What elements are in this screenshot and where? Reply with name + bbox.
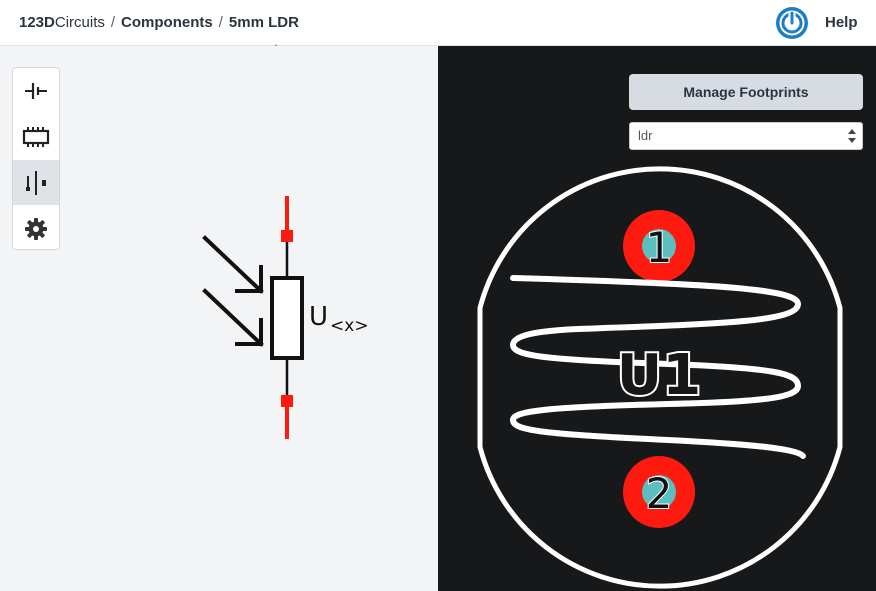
resistor-body bbox=[270, 276, 304, 360]
footprint-panel[interactable]: Manage Footprints ldr U1 1 2 bbox=[438, 46, 876, 591]
breadcrumb-separator: / bbox=[218, 14, 223, 31]
schematic-panel[interactable]: U <x> bbox=[0, 46, 438, 591]
footprint-select-value: ldr bbox=[638, 128, 653, 143]
pin-icon bbox=[26, 170, 46, 195]
chip-footprint-tool-button[interactable] bbox=[13, 114, 59, 159]
pad-2-number: 2 bbox=[646, 469, 673, 518]
breadcrumb-components[interactable]: Components bbox=[121, 14, 213, 31]
power-icon[interactable] bbox=[774, 5, 810, 41]
top-pin-marker bbox=[281, 230, 293, 242]
pad-1-number: 1 bbox=[646, 223, 673, 272]
battery-symbol-tool-button[interactable] bbox=[13, 68, 59, 113]
settings-tool-button[interactable] bbox=[13, 206, 59, 249]
select-arrows-icon bbox=[848, 129, 856, 143]
bottom-pin-marker bbox=[281, 395, 293, 407]
footprint-canvas[interactable]: U1 1 2 bbox=[468, 164, 848, 589]
chip-icon bbox=[22, 126, 50, 147]
light-arrow-icon bbox=[202, 235, 264, 347]
designator-label: U <x> bbox=[309, 302, 369, 336]
breadcrumb-current-component[interactable]: 5mm LDR bbox=[229, 14, 299, 31]
top-header: 123DCircuits / Components / 5mm LDR Help bbox=[0, 0, 876, 46]
breadcrumb-separator: / bbox=[110, 14, 116, 31]
silkscreen-label: U1 bbox=[617, 343, 701, 408]
symbol-toolbar bbox=[12, 67, 60, 250]
pin-tool-button[interactable] bbox=[13, 160, 59, 205]
battery-icon bbox=[25, 82, 47, 99]
manage-footprints-button[interactable]: Manage Footprints bbox=[629, 74, 863, 110]
brand-link[interactable]: 123DCircuits bbox=[19, 14, 105, 31]
help-link[interactable]: Help bbox=[825, 14, 858, 31]
breadcrumb: 123DCircuits / Components / 5mm LDR bbox=[19, 14, 299, 31]
footprint-select[interactable]: ldr bbox=[629, 122, 863, 150]
gear-icon bbox=[25, 217, 47, 240]
